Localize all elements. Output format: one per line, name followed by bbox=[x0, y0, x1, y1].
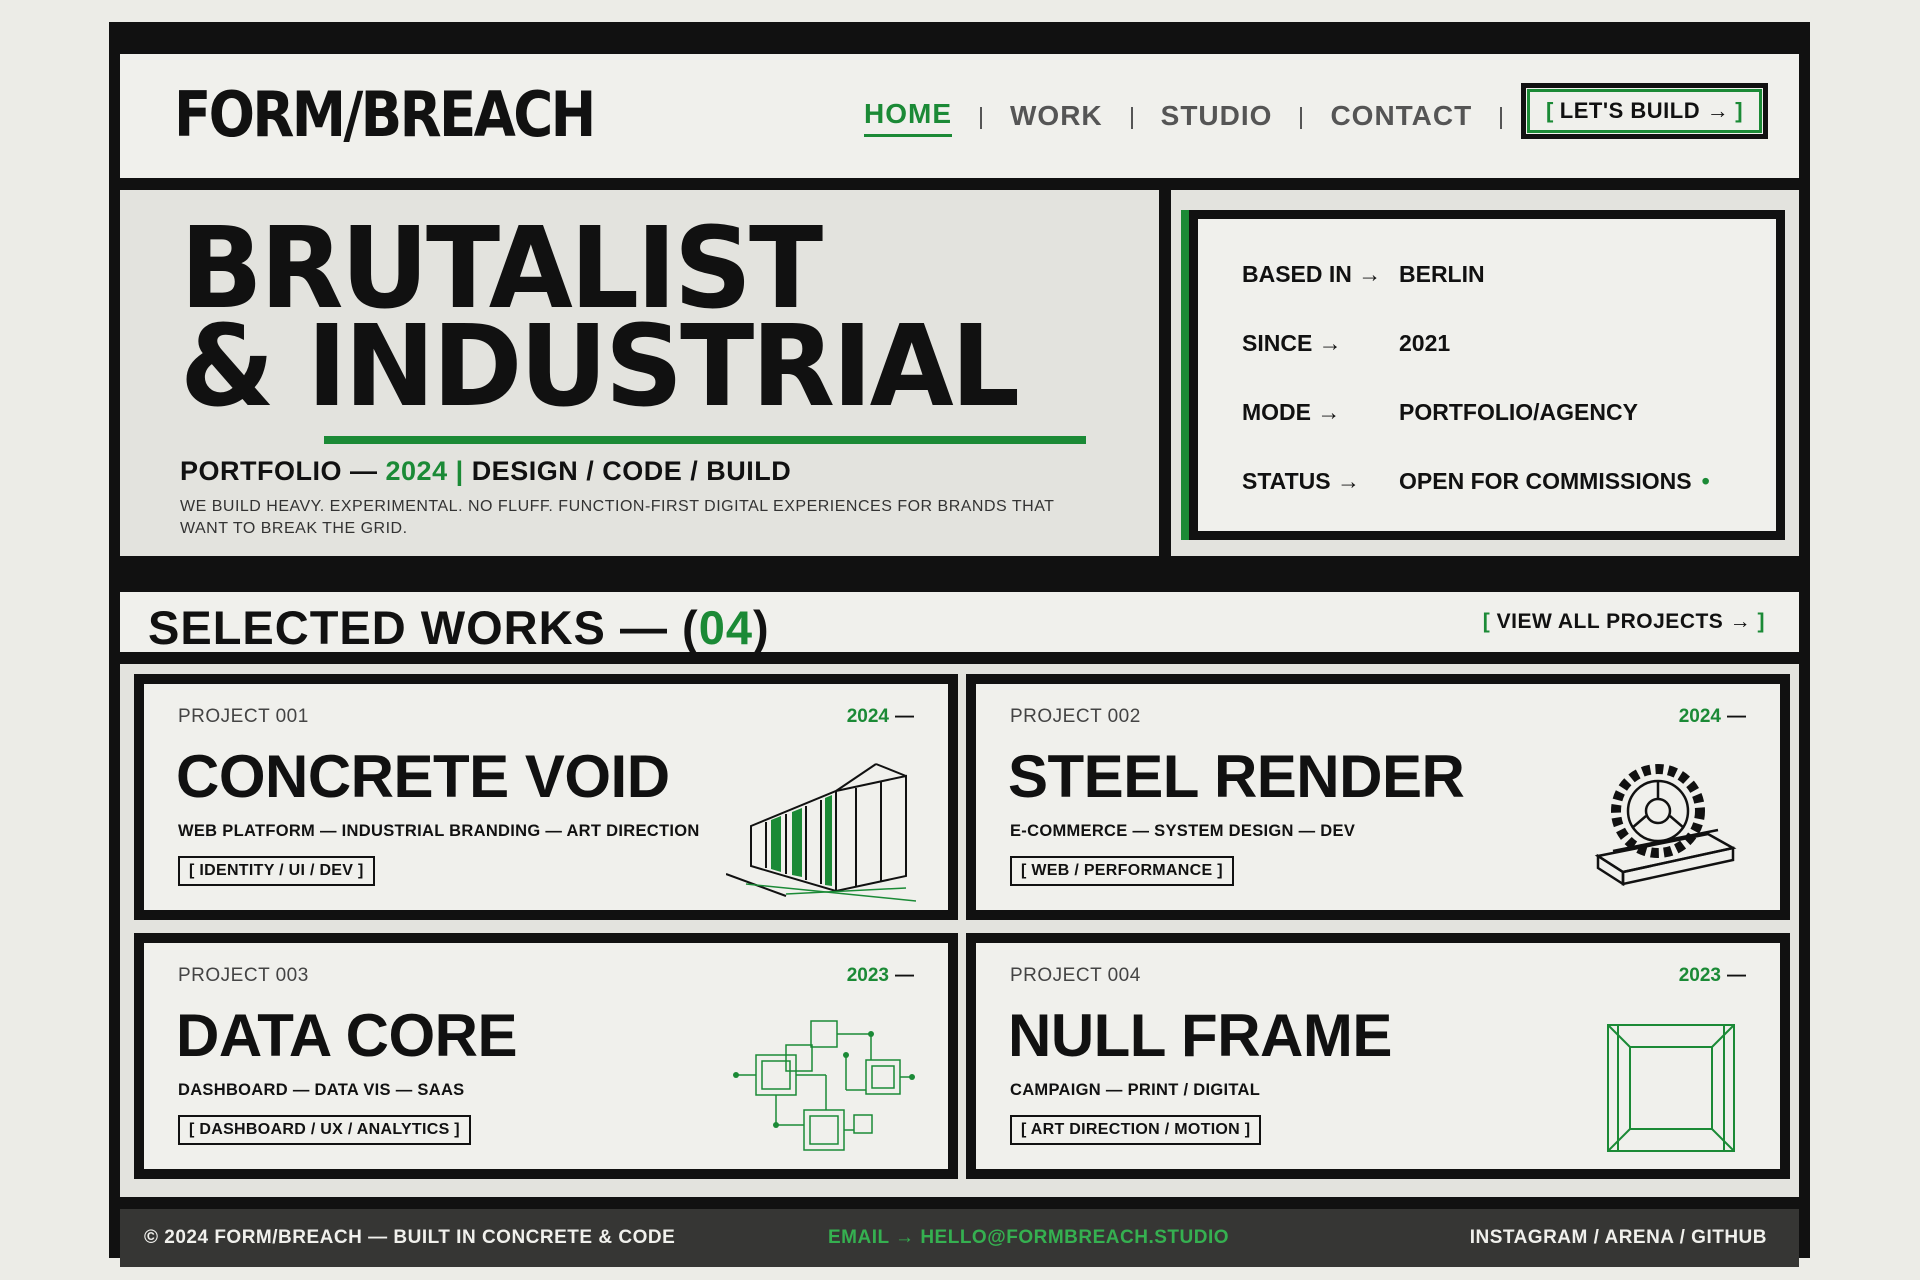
site-header: FORM/BREACH HOME WORK STUDIO CONTACT [ L… bbox=[120, 54, 1799, 178]
info-box: BASED IN → BERLIN SINCE → 2021 MODE → PO… bbox=[1189, 210, 1785, 540]
year-value: 2023 bbox=[846, 965, 889, 986]
works-count: 04 bbox=[698, 601, 753, 654]
bracket-open: [ bbox=[1545, 98, 1554, 123]
view-all-projects-link[interactable]: [ VIEW ALL PROJECTS → ] bbox=[1483, 610, 1765, 634]
project-card-001[interactable]: PROJECT 001 2024 — CONCRETE VOID WEB PLAT… bbox=[134, 674, 958, 920]
lets-build-button[interactable]: [ LET'S BUILD → ] bbox=[1521, 83, 1768, 139]
info-row-based: BASED IN → BERLIN bbox=[1242, 261, 1485, 288]
info-value: 2021 bbox=[1399, 330, 1451, 356]
footer-social-links[interactable]: INSTAGRAM / ARENA / GITHUB bbox=[1470, 1227, 1767, 1249]
project-title: NULL FRAME bbox=[1008, 1002, 1392, 1069]
nav-divider bbox=[1500, 106, 1503, 129]
project-tag: [ ART DIRECTION / MOTION ] bbox=[1010, 1115, 1262, 1145]
works-title: SELECTED WORKS — (04) bbox=[148, 600, 770, 655]
info-key: SINCE → bbox=[1242, 330, 1342, 356]
bracket-close: ] bbox=[1757, 610, 1765, 633]
nav-divider bbox=[1130, 106, 1133, 129]
hero-underline bbox=[324, 436, 1086, 444]
bracket-open: [ bbox=[1482, 610, 1491, 633]
lets-build-label: LET'S BUILD → bbox=[1559, 98, 1730, 123]
project-description: DASHBOARD — DATA VIS — SAAS bbox=[178, 1081, 465, 1099]
hero-description: WE BUILD HEAVY. EXPERIMENTAL. NO FLUFF. … bbox=[180, 498, 1055, 537]
year-dash: — bbox=[1727, 706, 1746, 727]
view-all-label: VIEW ALL PROJECTS → bbox=[1496, 610, 1752, 633]
nav-work[interactable]: WORK bbox=[1010, 100, 1103, 136]
project-description: WEB PLATFORM — INDUSTRIAL BRANDING — ART… bbox=[178, 822, 700, 840]
info-key: STATUS → bbox=[1242, 468, 1360, 494]
hero-subtitle: PORTFOLIO — 2024 | DESIGN / CODE / BUILD bbox=[180, 456, 791, 487]
info-row-mode: MODE → PORTFOLIO/AGENCY bbox=[1242, 399, 1638, 426]
info-value: PORTFOLIO/AGENCY bbox=[1399, 399, 1638, 425]
nav-divider bbox=[980, 106, 982, 129]
project-card-003[interactable]: PROJECT 003 2023 — DATA CORE DASHBOARD — … bbox=[134, 933, 958, 1179]
circuit-grid-icon bbox=[733, 1020, 915, 1151]
info-key: MODE → bbox=[1242, 399, 1341, 425]
year-dash: — bbox=[895, 706, 914, 727]
works-grid: PROJECT 001 2024 — CONCRETE VOID WEB PLAT… bbox=[120, 664, 1799, 1197]
project-tag: [ WEB / PERFORMANCE ] bbox=[1010, 856, 1234, 886]
hero-title: BRUTALIST & INDUSTRIAL bbox=[180, 213, 1020, 432]
nav-divider bbox=[1300, 106, 1303, 129]
status-dot-icon: • bbox=[1701, 468, 1710, 494]
project-title: CONCRETE VOID bbox=[176, 743, 670, 810]
sub-separator: | bbox=[455, 456, 464, 486]
project-number: PROJECT 001 bbox=[178, 706, 309, 727]
project-card-002[interactable]: PROJECT 002 2024 — STEEL RENDER E-COMMERC… bbox=[966, 674, 1790, 920]
info-row-since: SINCE → 2021 bbox=[1242, 330, 1450, 357]
footer-email-link[interactable]: EMAIL → HELLO@FORMBREACH.STUDIO bbox=[828, 1227, 1229, 1249]
project-description: E-COMMERCE — SYSTEM DESIGN — DEV bbox=[1010, 822, 1356, 840]
bracket-close: ] bbox=[1735, 98, 1744, 123]
footer-copyright: © 2024 FORM/BREACH — BUILT IN CONCRETE &… bbox=[144, 1227, 676, 1248]
frame-cube-icon bbox=[1607, 1024, 1735, 1152]
project-year: 2024 — bbox=[847, 706, 914, 728]
project-number: PROJECT 002 bbox=[1010, 706, 1141, 727]
info-value: BERLIN bbox=[1399, 261, 1485, 287]
logo[interactable]: FORM/BREACH bbox=[174, 84, 596, 146]
year-dash: — bbox=[895, 965, 914, 986]
year-value: 2024 bbox=[846, 706, 889, 727]
info-value: OPEN FOR COMMISSIONS bbox=[1399, 468, 1692, 494]
info-panel: BASED IN → BERLIN SINCE → 2021 MODE → PO… bbox=[1171, 190, 1799, 556]
project-title: STEEL RENDER bbox=[1008, 743, 1465, 810]
project-year: 2024 — bbox=[1679, 706, 1746, 728]
year-value: 2023 bbox=[1678, 965, 1721, 986]
building-wireframe-icon bbox=[726, 763, 916, 902]
sub-rest: DESIGN / CODE / BUILD bbox=[471, 456, 792, 486]
nav-home[interactable]: HOME bbox=[864, 98, 952, 137]
site-footer: © 2024 FORM/BREACH — BUILT IN CONCRETE &… bbox=[120, 1209, 1799, 1267]
project-tag: [ DASHBOARD / UX / ANALYTICS ] bbox=[178, 1115, 471, 1145]
sub-year: 2024 bbox=[385, 456, 448, 486]
project-number: PROJECT 004 bbox=[1010, 965, 1141, 986]
works-header: SELECTED WORKS — (04) [ VIEW ALL PROJECT… bbox=[120, 592, 1799, 655]
project-number: PROJECT 003 bbox=[178, 965, 309, 986]
gear-beam-icon bbox=[1594, 764, 1737, 887]
nav-studio[interactable]: STUDIO bbox=[1161, 100, 1273, 136]
project-card-004[interactable]: PROJECT 004 2023 — NULL FRAME CAMPAIGN — … bbox=[966, 933, 1790, 1179]
works-title-prefix: SELECTED WORKS — ( bbox=[148, 601, 699, 654]
project-year: 2023 — bbox=[847, 965, 914, 987]
project-tag: [ IDENTITY / UI / DEV ] bbox=[178, 856, 375, 886]
info-key: BASED IN → bbox=[1242, 261, 1382, 287]
main-nav: HOME WORK STUDIO CONTACT bbox=[864, 98, 1530, 137]
hero-title-line2: & INDUSTRIAL bbox=[180, 302, 1020, 432]
sub-prefix: PORTFOLIO — bbox=[180, 456, 378, 486]
project-description: CAMPAIGN — PRINT / DIGITAL bbox=[1010, 1081, 1261, 1099]
year-dash: — bbox=[1727, 965, 1746, 986]
page-frame: FORM/BREACH HOME WORK STUDIO CONTACT [ L… bbox=[109, 22, 1810, 1267]
project-year: 2023 — bbox=[1679, 965, 1746, 987]
info-row-status: STATUS → OPEN FOR COMMISSIONS • bbox=[1242, 468, 1710, 495]
works-title-suffix: ) bbox=[752, 601, 770, 654]
nav-contact[interactable]: CONTACT bbox=[1330, 100, 1472, 136]
hero-section: BRUTALIST & INDUSTRIAL PORTFOLIO — 2024 … bbox=[120, 190, 1159, 556]
year-value: 2024 bbox=[1678, 706, 1721, 727]
project-title: DATA CORE bbox=[176, 1002, 518, 1069]
